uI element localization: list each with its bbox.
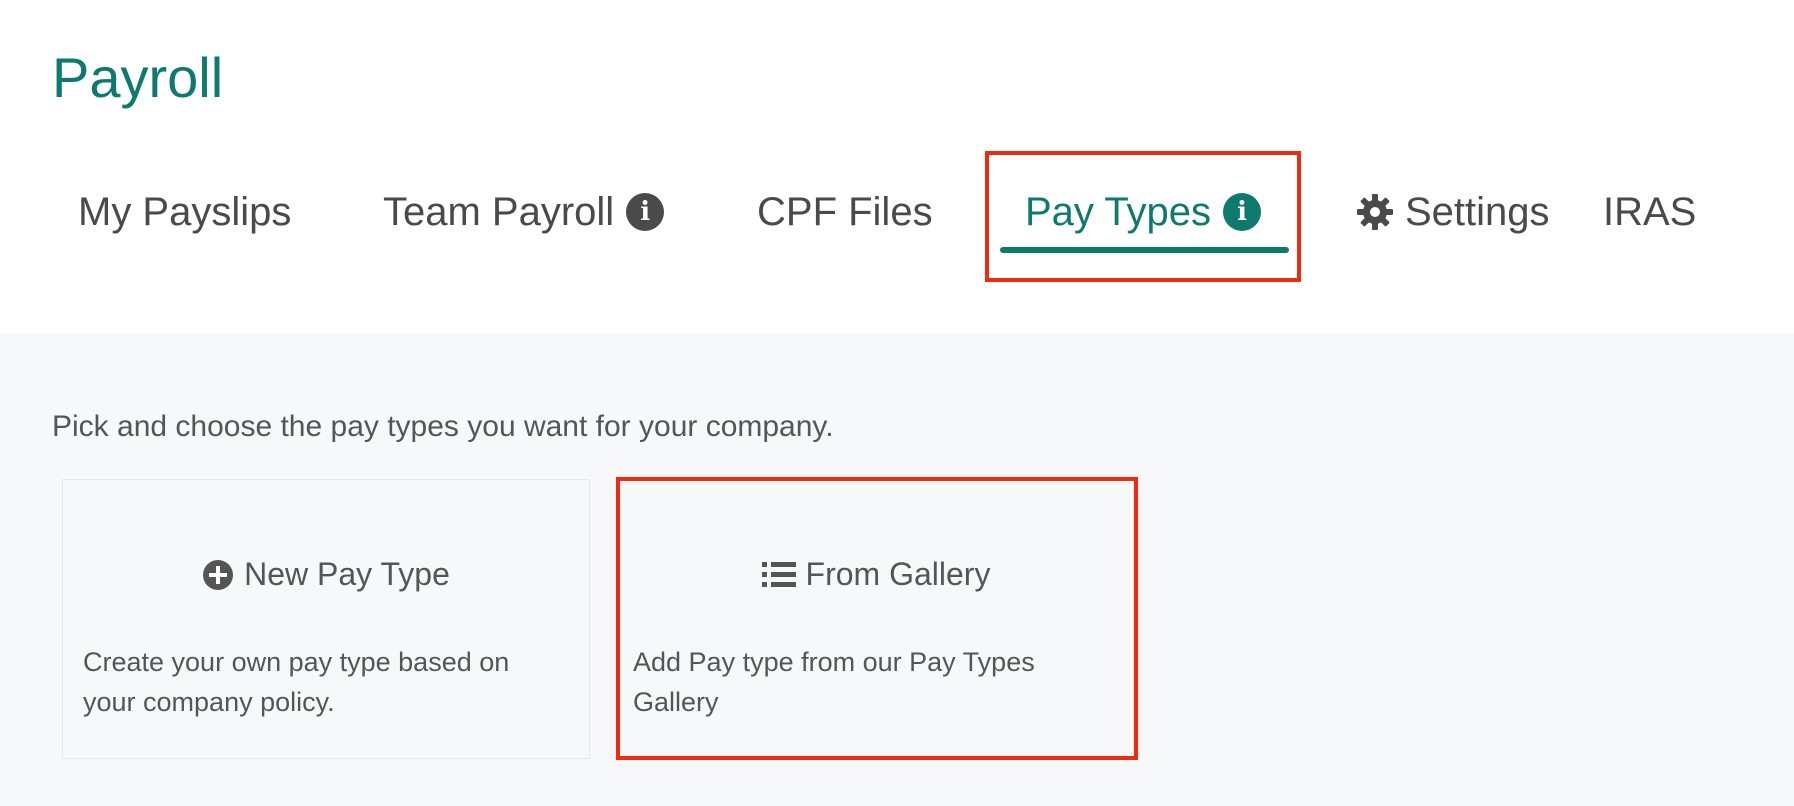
card-title-label: New Pay Type [244,556,450,592]
tab-label: Pay Types [1025,189,1212,234]
active-tab-indicator [1000,247,1289,253]
card-title-label: From Gallery [805,556,991,592]
tab-settings[interactable]: Settings [1355,180,1550,244]
info-icon[interactable]: i [626,193,665,231]
tab-label: CPF Files [757,189,933,234]
gear-icon [1355,192,1395,232]
tab-label: IRAS [1603,189,1697,234]
new-pay-type-card[interactable]: New Pay Type Create your own pay type ba… [62,479,590,759]
card-description: Create your own pay type based on your c… [83,647,510,717]
tab-bar: My Payslips Team Payroll i CPF Files Pay… [0,150,1794,280]
card-title: New Pay Type [63,556,589,593]
list-icon [761,561,796,587]
tab-cpf-files[interactable]: CPF Files [757,180,933,244]
header: Payroll My Payslips Team Payroll i CPF F… [0,0,1794,334]
from-gallery-card[interactable]: From Gallery Add Pay type from our Pay T… [618,479,1134,759]
page-title: Payroll [52,46,224,109]
main-content: Pick and choose the pay types you want f… [0,334,1794,806]
tab-my-payslips[interactable]: My Payslips [78,180,291,244]
card-description: Add Pay type from our Pay Types Gallery [633,647,1035,717]
card-title: From Gallery [619,556,1133,593]
tab-label: Team Payroll [383,189,615,234]
tab-team-payroll[interactable]: Team Payroll i [383,180,665,244]
tab-pay-types[interactable]: Pay Types i [1025,180,1262,244]
tab-iras[interactable]: IRAS [1603,180,1696,244]
intro-text: Pick and choose the pay types you want f… [52,410,834,443]
tab-label: Settings [1405,189,1550,234]
tab-label: My Payslips [78,189,292,234]
payroll-page: Payroll My Payslips Team Payroll i CPF F… [0,0,1794,806]
plus-circle-icon [203,559,234,590]
info-icon[interactable]: i [1223,193,1262,231]
